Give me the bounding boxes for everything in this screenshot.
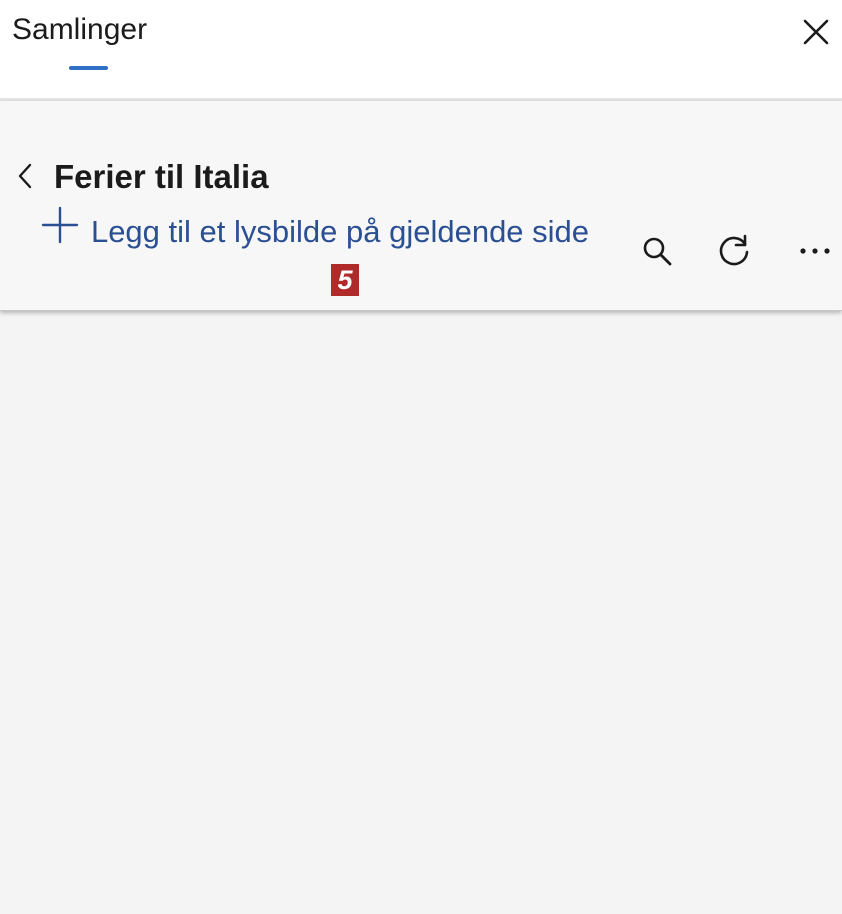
pane-title: Samlinger [12,13,148,46]
more-icon [800,248,830,254]
back-button[interactable] [10,159,40,193]
callout-badge: 5 [331,264,359,296]
add-slide-label-wrap: Legg til et lysbilde på gjeldende side 5 [90,207,590,305]
collection-toolbar: Ferier til Italia Legg til et lysbilde p… [0,101,842,311]
add-slide-label: Legg til et lysbilde på gjeldende side [90,214,590,249]
search-icon [643,237,672,266]
add-slide-button[interactable]: Legg til et lysbilde på gjeldende side 5 [40,203,600,299]
plus-icon [41,206,79,244]
search-button[interactable] [637,231,677,271]
collections-pane: Samlinger Ferier til Italia Legg til et … [0,0,842,914]
pane-header: Samlinger [0,0,842,101]
close-icon [803,19,829,45]
chevron-left-icon [18,163,32,189]
refresh-button[interactable] [714,231,754,271]
more-button[interactable] [795,231,835,271]
title-underline [69,66,108,70]
close-button[interactable] [796,12,836,52]
collection-title: Ferier til Italia [54,158,269,195]
refresh-icon [719,234,749,266]
